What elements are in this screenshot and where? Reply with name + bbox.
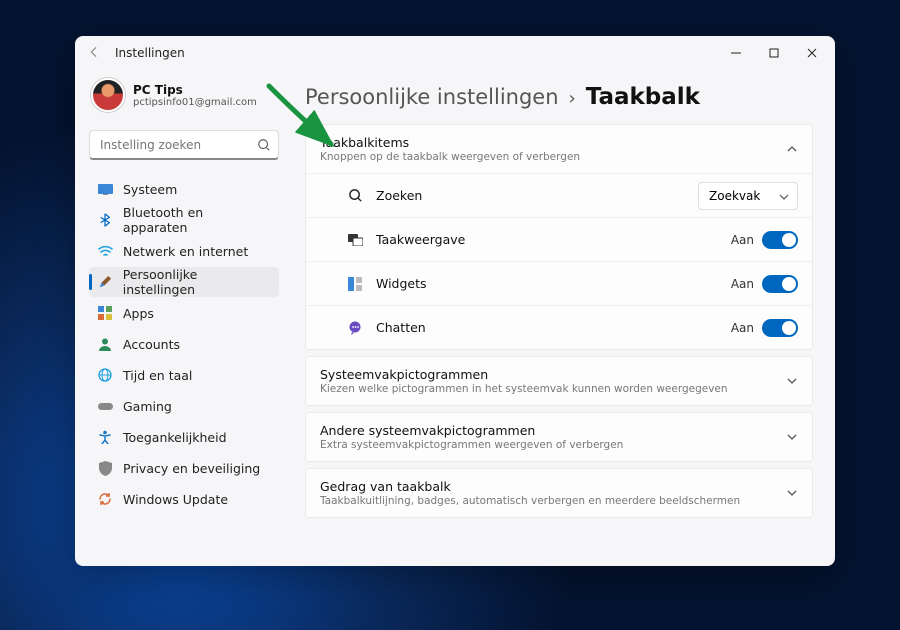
section-subtitle: Kiezen welke pictogrammen in het systeem… [320,383,786,395]
main-content: Persoonlijke instellingen › Taakbalk Taa… [289,70,835,566]
sidebar-item-apps[interactable]: Apps [89,298,279,328]
section-systray: Systeemvakpictogrammen Kiezen welke pict… [305,356,813,406]
row-label: Widgets [376,276,731,291]
person-icon [97,336,113,352]
search-dropdown[interactable]: Zoekvak [698,182,798,210]
chevron-up-icon [786,140,798,159]
sidebar-item-accounts[interactable]: Accounts [89,329,279,359]
widgets-toggle[interactable] [762,275,798,293]
system-icon [97,181,113,197]
accessibility-icon [97,429,113,445]
sidebar-item-label: Toegankelijkheid [123,430,227,445]
search-icon [257,137,271,156]
section-behavior: Gedrag van taakbalk Taakbalkuitlijning, … [305,468,813,518]
globe-icon [97,367,113,383]
sidebar-item-label: Windows Update [123,492,228,507]
section-subtitle: Extra systeemvakpictogrammen weergeven o… [320,439,786,451]
minimize-button[interactable] [717,38,755,68]
sidebar-item-network[interactable]: Netwerk en internet [89,236,279,266]
sidebar-item-gaming[interactable]: Gaming [89,391,279,421]
chat-toggle[interactable] [762,319,798,337]
sidebar-item-personalization[interactable]: Persoonlijke instellingen [89,267,279,297]
section-title: Gedrag van taakbalk [320,479,786,494]
section-header[interactable]: Andere systeemvakpictogrammen Extra syst… [306,413,812,461]
row-chat: Chatten Aan [306,305,812,349]
chat-icon [346,319,364,337]
section-subtitle: Knoppen op de taakbalk weergeven of verb… [320,151,786,163]
search-input[interactable] [89,130,279,160]
gamepad-icon [97,398,113,414]
close-button[interactable] [793,38,831,68]
section-other-systray: Andere systeemvakpictogrammen Extra syst… [305,412,813,462]
row-taskview: Taakweergave Aan [306,217,812,261]
window-title: Instellingen [115,46,185,60]
sidebar-item-time[interactable]: Tijd en taal [89,360,279,390]
breadcrumb-parent[interactable]: Persoonlijke instellingen [305,85,559,109]
chevron-down-icon [786,428,798,447]
sidebar-item-bluetooth[interactable]: Bluetooth en apparaten [89,205,279,235]
back-button[interactable] [87,45,105,62]
row-widgets: Widgets Aan [306,261,812,305]
maximize-button[interactable] [755,38,793,68]
apps-icon [97,305,113,321]
sidebar: PC Tips pctipsinfo01@gmail.com Systeem [75,70,289,566]
sidebar-item-label: Privacy en beveiliging [123,461,260,476]
section-title: Andere systeemvakpictogrammen [320,423,786,438]
select-value: Zoekvak [709,189,760,203]
row-label: Chatten [376,320,731,335]
breadcrumb: Persoonlijke instellingen › Taakbalk [305,84,813,110]
search-icon [346,187,364,205]
chevron-down-icon [786,484,798,503]
sidebar-item-label: Tijd en taal [123,368,192,383]
section-title: Systeemvakpictogrammen [320,367,786,382]
chevron-down-icon [786,372,798,391]
sidebar-item-accessibility[interactable]: Toegankelijkheid [89,422,279,452]
wifi-icon [97,243,113,259]
titlebar: Instellingen [75,36,835,70]
section-taskbar-items: Taakbalkitems Knoppen op de taakbalk wee… [305,124,813,350]
profile-name: PC Tips [133,83,257,97]
section-title: Taakbalkitems [320,135,786,150]
nav: Systeem Bluetooth en apparaten Netwerk e… [89,174,279,514]
sidebar-item-label: Apps [123,306,154,321]
sidebar-item-label: Netwerk en internet [123,244,248,259]
avatar [91,78,125,112]
sidebar-item-label: Gaming [123,399,172,414]
chevron-down-icon [779,191,789,205]
sidebar-item-system[interactable]: Systeem [89,174,279,204]
bluetooth-icon [97,212,113,228]
taskview-icon [346,231,364,249]
section-header[interactable]: Systeemvakpictogrammen Kiezen welke pict… [306,357,812,405]
profile-email: pctipsinfo01@gmail.com [133,97,257,108]
row-label: Taakweergave [376,232,731,247]
sidebar-item-label: Persoonlijke instellingen [123,267,271,297]
section-header[interactable]: Gedrag van taakbalk Taakbalkuitlijning, … [306,469,812,517]
widgets-icon [346,275,364,293]
shield-icon [97,460,113,476]
settings-window: Instellingen PC Tips pctipsinfo01@gmail.… [75,36,835,566]
toggle-state: Aan [731,321,754,335]
section-subtitle: Taakbalkuitlijning, badges, automatisch … [320,495,786,507]
sidebar-item-label: Bluetooth en apparaten [123,205,271,235]
page-title: Taakbalk [586,84,700,110]
breadcrumb-separator: › [569,88,576,109]
row-label: Zoeken [376,188,698,203]
sidebar-item-label: Systeem [123,182,177,197]
profile[interactable]: PC Tips pctipsinfo01@gmail.com [89,74,279,120]
toggle-state: Aan [731,277,754,291]
update-icon [97,491,113,507]
paintbrush-icon [97,274,113,290]
sidebar-item-privacy[interactable]: Privacy en beveiliging [89,453,279,483]
toggle-state: Aan [731,233,754,247]
section-header[interactable]: Taakbalkitems Knoppen op de taakbalk wee… [306,125,812,173]
search [89,130,279,160]
sidebar-item-label: Accounts [123,337,180,352]
taskview-toggle[interactable] [762,231,798,249]
sidebar-item-update[interactable]: Windows Update [89,484,279,514]
row-search: Zoeken Zoekvak [306,173,812,217]
